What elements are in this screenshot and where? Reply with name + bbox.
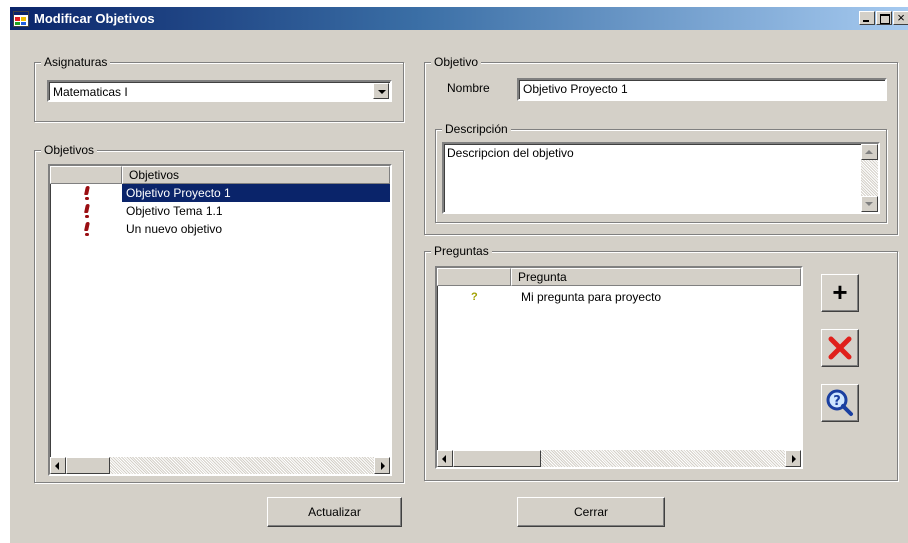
arrow-up-icon bbox=[865, 150, 873, 154]
nombre-label: Nombre bbox=[447, 81, 490, 95]
plus-icon: + bbox=[832, 277, 848, 307]
preguntas-column-header[interactable]: Pregunta bbox=[511, 268, 801, 286]
window-controls: × bbox=[858, 11, 908, 25]
objetivos-icon-column-header[interactable] bbox=[50, 166, 122, 184]
descripcion-text: Descripcion del objetivo bbox=[447, 146, 574, 160]
scrollbar-thumb[interactable] bbox=[453, 450, 541, 467]
descripcion-vertical-scrollbar[interactable] bbox=[861, 144, 878, 212]
question-mark-icon: ? bbox=[471, 291, 478, 303]
scrollbar-thumb[interactable] bbox=[66, 457, 110, 474]
close-button[interactable]: × bbox=[893, 11, 908, 25]
objetivo-row-label: Objetivo Tema 1.1 bbox=[126, 204, 223, 218]
descripcion-legend: Descripción bbox=[442, 122, 511, 136]
arrow-down-icon bbox=[865, 202, 873, 206]
scroll-down-button[interactable] bbox=[861, 196, 878, 212]
actualizar-button[interactable]: Actualizar bbox=[267, 497, 402, 527]
scroll-right-button[interactable] bbox=[785, 450, 801, 467]
scroll-right-button[interactable] bbox=[374, 457, 390, 474]
descripcion-textarea[interactable]: Descripcion del objetivo bbox=[442, 142, 880, 214]
asignaturas-combobox[interactable]: Matematicas I bbox=[47, 80, 392, 102]
delete-pregunta-button[interactable] bbox=[821, 329, 859, 367]
pregunta-row[interactable]: ? Mi pregunta para proyecto bbox=[437, 288, 801, 306]
cerrar-button[interactable]: Cerrar bbox=[517, 497, 665, 527]
svg-text:?: ? bbox=[833, 394, 841, 409]
asignaturas-selected-value: Matematicas I bbox=[53, 85, 128, 99]
objetivo-row[interactable]: Objetivo Tema 1.1 bbox=[50, 202, 390, 220]
minimize-button[interactable] bbox=[859, 11, 875, 25]
combobox-dropdown-button[interactable] bbox=[373, 83, 389, 99]
asignaturas-group: Asignaturas Matematicas I bbox=[34, 55, 404, 122]
arrow-left-icon bbox=[442, 455, 446, 463]
app-form-icon bbox=[13, 11, 29, 27]
exclamation-icon bbox=[84, 203, 90, 219]
objetivos-column-header[interactable]: Objetivos bbox=[122, 166, 390, 184]
objetivo-row[interactable]: Un nuevo objetivo bbox=[50, 220, 390, 238]
pregunta-row-label: Mi pregunta para proyecto bbox=[521, 290, 662, 304]
preguntas-listview[interactable]: Pregunta ? Mi pregunta para proyecto bbox=[435, 266, 803, 469]
arrow-right-icon bbox=[381, 462, 385, 470]
window-title: Modificar Objetivos bbox=[34, 11, 155, 26]
exclamation-icon bbox=[84, 185, 90, 201]
objetivo-row-label: Objetivo Proyecto 1 bbox=[122, 184, 390, 202]
scroll-up-button[interactable] bbox=[861, 144, 878, 160]
objetivos-legend: Objetivos bbox=[41, 143, 98, 157]
magnifier-question-icon: ? bbox=[826, 389, 853, 416]
title-bar[interactable]: Modificar Objetivos × bbox=[10, 7, 908, 30]
objetivos-listview[interactable]: Objetivos Objetivo Proyecto 1 Objetivo T… bbox=[48, 164, 392, 476]
scroll-left-button[interactable] bbox=[437, 450, 453, 467]
red-x-icon bbox=[828, 336, 852, 360]
preguntas-group: Preguntas Pregunta ? Mi pregunta para pr… bbox=[424, 244, 898, 481]
inspect-pregunta-button[interactable]: ? bbox=[821, 384, 859, 422]
preguntas-icon-column-header[interactable] bbox=[437, 268, 511, 286]
maximize-button[interactable] bbox=[876, 11, 892, 25]
add-pregunta-button[interactable]: + bbox=[821, 274, 859, 312]
descripcion-group: Descripción Descripcion del objetivo bbox=[435, 122, 887, 223]
objetivo-group: Objetivo Nombre Objetivo Proyecto 1 Desc… bbox=[424, 55, 898, 235]
asignaturas-legend: Asignaturas bbox=[41, 55, 111, 69]
preguntas-legend: Preguntas bbox=[431, 244, 492, 258]
modificar-objetivos-window: Modificar Objetivos × Asignaturas Matema… bbox=[9, 7, 908, 543]
objetivos-horizontal-scrollbar[interactable] bbox=[50, 457, 390, 474]
arrow-left-icon bbox=[55, 462, 59, 470]
preguntas-horizontal-scrollbar[interactable] bbox=[437, 450, 801, 467]
objetivo-legend: Objetivo bbox=[431, 55, 482, 69]
chevron-down-icon bbox=[378, 90, 386, 94]
objetivos-group: Objetivos Objetivos Objetivo Proyecto 1 … bbox=[34, 143, 404, 483]
scroll-left-button[interactable] bbox=[50, 457, 66, 474]
arrow-right-icon bbox=[792, 455, 796, 463]
objetivo-row-label: Un nuevo objetivo bbox=[126, 222, 223, 236]
nombre-field[interactable]: Objetivo Proyecto 1 bbox=[517, 78, 887, 101]
exclamation-icon bbox=[84, 221, 90, 237]
objetivo-row[interactable]: Objetivo Proyecto 1 bbox=[50, 184, 390, 202]
